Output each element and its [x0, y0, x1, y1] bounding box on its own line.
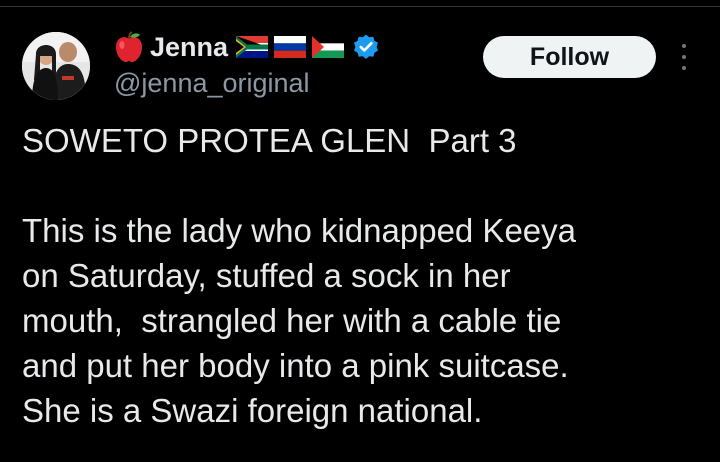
russia-flag-icon	[274, 36, 307, 58]
tweet-line: SOWETO PROTEA GLEN Part 3	[22, 122, 517, 159]
south-africa-flag-icon	[236, 36, 269, 58]
tweet-text: SOWETO PROTEA GLEN Part 3 This is the la…	[22, 118, 712, 433]
verified-badge-icon[interactable]	[352, 33, 380, 61]
follow-button[interactable]: Follow	[483, 36, 656, 78]
tweet-line: mouth, strangled her with a cable tie	[22, 302, 562, 339]
avatar-photo	[22, 32, 90, 100]
more-dot	[682, 55, 686, 59]
tweet-line: on Saturday, stuffed a sock in her	[22, 257, 511, 294]
more-dot	[682, 44, 686, 48]
tweet-line: She is a Swazi foreign national.	[22, 392, 483, 429]
author-name-row: Jenna	[112, 30, 380, 64]
more-dot	[682, 66, 686, 70]
tweet-line: This is the lady who kidnapped Keeya	[22, 212, 577, 249]
author-handle[interactable]: @jenna_original	[114, 68, 310, 99]
apple-icon	[116, 31, 142, 62]
more-vertical-icon[interactable]	[674, 44, 694, 70]
author-display-name[interactable]: Jenna	[150, 32, 228, 63]
tweet-line: and put her body into a pink suitcase.	[22, 347, 569, 384]
avatar[interactable]	[22, 32, 90, 100]
palestine-flag-icon	[312, 36, 345, 58]
top-divider	[0, 6, 720, 7]
